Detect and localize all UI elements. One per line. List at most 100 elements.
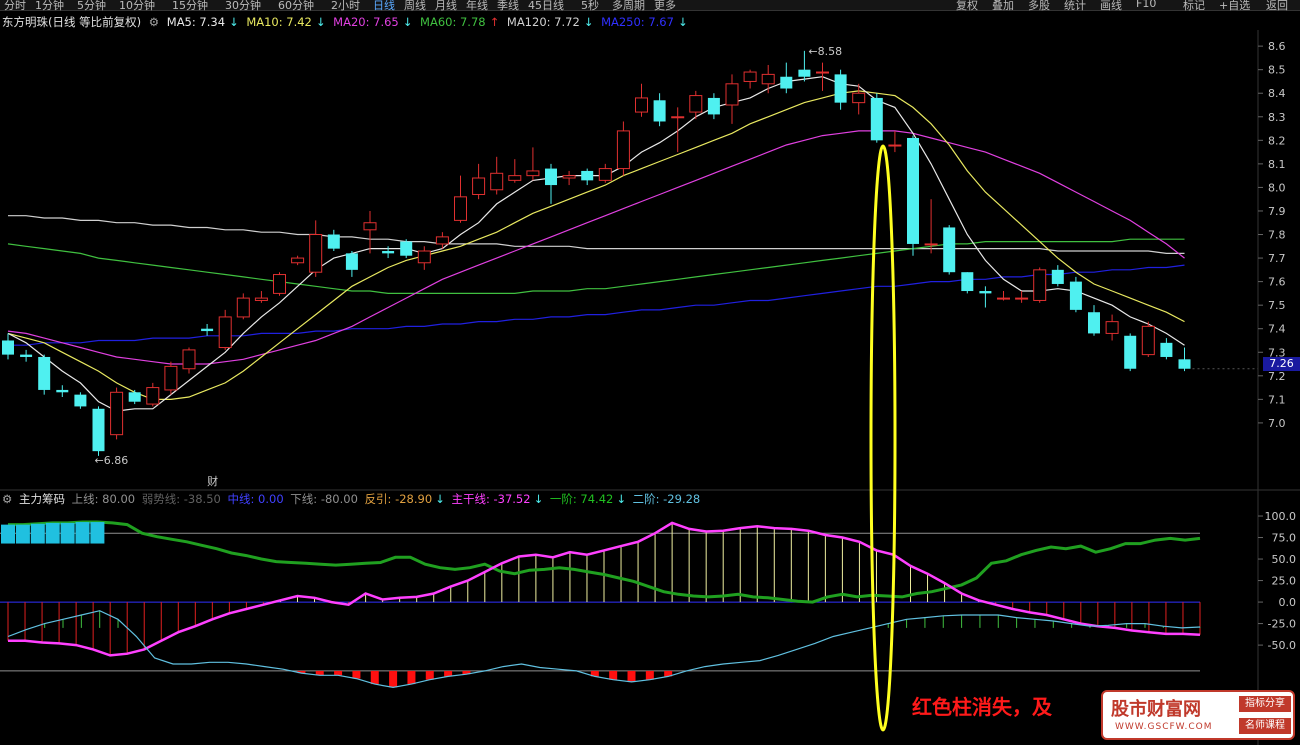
ma120-line — [8, 215, 1185, 254]
candle-body-64 — [1160, 342, 1173, 357]
watermark-badge-course: 名师课程 — [1239, 718, 1291, 734]
candle-body-8 — [146, 387, 160, 405]
candle-body-2 — [38, 356, 51, 390]
red-column-33 — [609, 670, 618, 680]
candle-body-7 — [128, 392, 141, 402]
cyan-block-5 — [75, 522, 90, 544]
price-tick-label-7: 7.7 — [1268, 252, 1286, 265]
candle-body-50 — [907, 137, 919, 244]
candle-body-16 — [291, 257, 305, 264]
price-tick-label-12: 8.2 — [1268, 134, 1286, 147]
cyan-block-3 — [45, 522, 60, 544]
second-line — [7, 610, 1201, 689]
candle-body-59 — [1069, 281, 1082, 310]
candle-body-52 — [943, 227, 956, 273]
candle-body-24 — [435, 236, 449, 245]
candle-body-44 — [798, 69, 811, 77]
price-tick-label-2: 7.2 — [1268, 370, 1286, 383]
candle-body-28 — [508, 175, 522, 181]
candle-body-19 — [345, 253, 358, 270]
price-tick-label-14: 8.4 — [1268, 87, 1286, 100]
candle-body-10 — [182, 349, 196, 370]
ma60-line — [7, 238, 1185, 294]
candle-body-61 — [1105, 321, 1119, 334]
price-tick-label-6: 7.6 — [1268, 276, 1286, 289]
ind-tick-label-2: 50.0 — [1272, 553, 1297, 566]
price-tick-label-1: 7.1 — [1268, 393, 1286, 406]
candle-body-55 — [997, 297, 1010, 300]
cyan-block-0 — [1, 524, 15, 544]
price-tick-label-11: 8.1 — [1268, 158, 1286, 171]
candle-body-53 — [961, 272, 974, 292]
candle-body-46 — [834, 74, 847, 103]
red-column-23 — [425, 670, 434, 680]
candle-body-58 — [1051, 269, 1064, 284]
callout-text: 红色柱消失，及 — [912, 695, 1052, 719]
candle-body-41 — [743, 71, 757, 82]
candle-body-17 — [309, 234, 323, 273]
ind-tick-label-6: -50.0 — [1268, 639, 1296, 652]
candle-body-26 — [472, 177, 486, 195]
candle-body-13 — [236, 297, 250, 318]
ind-tick-label-3: 25.0 — [1272, 575, 1297, 588]
red-column-20 — [370, 670, 379, 685]
candle-body-38 — [689, 95, 703, 113]
ma250-line — [8, 264, 1185, 346]
candle-body-25 — [454, 196, 467, 221]
candle-body-47 — [852, 92, 866, 104]
candle-body-54 — [979, 291, 992, 294]
cyan-block-6 — [90, 522, 105, 544]
cyan-block-1 — [15, 524, 30, 544]
candle-body-48 — [870, 97, 883, 141]
cyan-block-4 — [60, 522, 75, 544]
candle-body-30 — [545, 168, 557, 186]
red-column-22 — [407, 670, 416, 685]
candle-body-45 — [816, 71, 829, 74]
candle-body-11 — [201, 328, 214, 332]
price-tick-label-10: 8.0 — [1268, 181, 1286, 194]
fin-marker: 财 — [207, 474, 218, 488]
candle-body-43 — [780, 76, 793, 89]
ind-tick-label-0: 100.0 — [1265, 510, 1297, 523]
price-tick-label-5: 7.5 — [1268, 299, 1286, 312]
candle-body-37 — [671, 116, 685, 119]
candle-body-35 — [635, 97, 648, 113]
candle-body-31 — [562, 175, 576, 179]
ind-tick-label-1: 75.0 — [1272, 532, 1297, 545]
candle-body-9 — [164, 365, 178, 391]
candle-body-33 — [598, 168, 612, 181]
watermark: 股市财富网 WWW.GSCFW.COM 指标分享 名师课程 — [1101, 690, 1295, 740]
red-column-35 — [645, 670, 654, 680]
candle-body-4 — [74, 394, 87, 407]
watermark-url: WWW.GSCFW.COM — [1115, 722, 1213, 732]
candle-body-12 — [218, 316, 232, 349]
candle-body-42 — [761, 73, 775, 85]
price-tick-label-15: 8.5 — [1268, 64, 1286, 77]
candle-body-0 — [2, 340, 14, 355]
candle-body-60 — [1088, 312, 1100, 334]
candle-body-36 — [653, 100, 666, 122]
candle-body-34 — [616, 130, 630, 170]
candle-body-62 — [1124, 335, 1137, 369]
candle-body-63 — [1141, 325, 1155, 356]
candle-body-3 — [56, 389, 69, 393]
ind-tick-label-4: 0.0 — [1279, 596, 1297, 609]
chart-canvas[interactable]: 7.07.17.27.37.47.57.67.77.87.98.08.18.28… — [0, 0, 1300, 745]
current-price-badge: 7.26 — [1263, 357, 1300, 371]
candle-body-27 — [490, 172, 504, 191]
ma20-line — [7, 130, 1185, 365]
candle-body-1 — [20, 354, 33, 357]
price-tick-label-16: 8.6 — [1268, 40, 1286, 53]
low-label: ←6.86 — [95, 454, 129, 467]
price-tick-label-4: 7.4 — [1268, 323, 1286, 336]
candle-body-20 — [363, 222, 377, 231]
candle-body-39 — [707, 97, 720, 115]
candle-body-18 — [327, 234, 340, 249]
candle-body-14 — [254, 297, 268, 301]
candle-body-65 — [1178, 359, 1191, 369]
price-tick-label-0: 7.0 — [1268, 417, 1286, 430]
candle-body-21 — [382, 251, 395, 254]
candle-body-51 — [924, 243, 938, 246]
price-tick-label-8: 7.8 — [1268, 229, 1286, 242]
candle-body-5 — [92, 408, 105, 452]
